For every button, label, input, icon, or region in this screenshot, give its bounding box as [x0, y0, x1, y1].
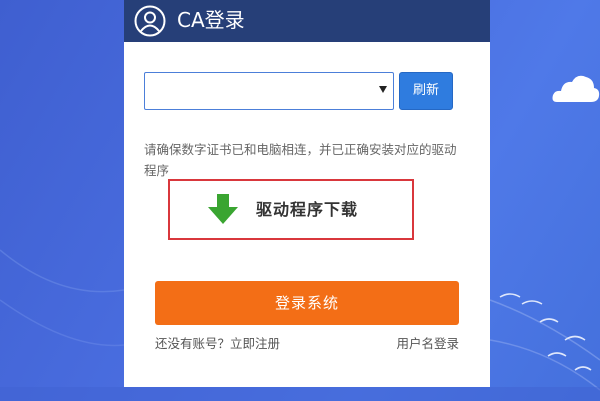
driver-download-label: 驱动程序下载	[256, 200, 359, 219]
driver-hint-text: 请确保数字证书已和电脑相连，并已正确安装对应的驱动程序	[144, 142, 457, 178]
header-title: CA登录	[177, 8, 245, 32]
username-login-link[interactable]: 用户名登录	[396, 335, 459, 353]
caret-down-icon[interactable]	[379, 86, 387, 93]
cloud-icon	[552, 75, 600, 102]
panel-header: CA登录	[124, 0, 490, 42]
register-link[interactable]: 还没有账号？立即注册	[155, 335, 280, 353]
refresh-button[interactable]: 刷新	[399, 72, 453, 110]
user-circle-icon	[134, 5, 166, 37]
download-arrow-icon	[208, 194, 238, 224]
login-button[interactable]: 登录系统	[155, 281, 459, 325]
driver-download-button[interactable]: 驱动程序下载	[168, 179, 414, 240]
certificate-select[interactable]	[144, 72, 394, 110]
login-panel: CA登录 刷新 请确保数字证书已和电脑相连，并已正确安装对应的驱动程序 驱动程序…	[124, 0, 490, 387]
